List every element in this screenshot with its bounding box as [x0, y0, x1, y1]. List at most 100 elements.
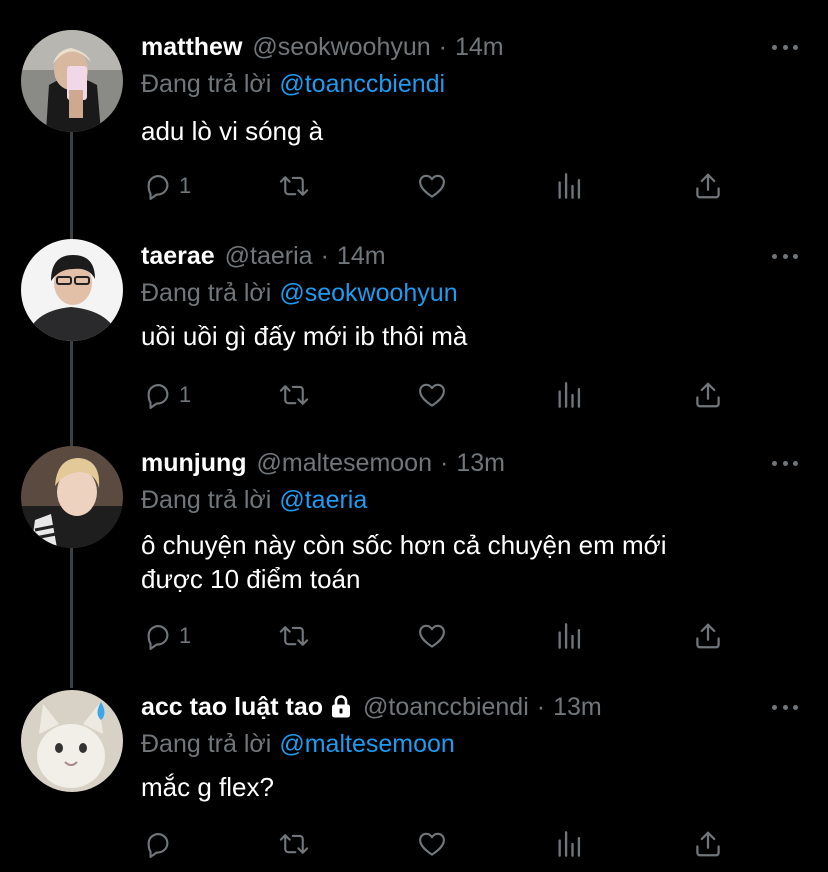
reply-button[interactable]: 1: [143, 379, 191, 411]
replying-to-handle[interactable]: @seokwoohyun: [279, 279, 457, 307]
replying-to-handle[interactable]: @toanccbiendi: [279, 70, 445, 98]
tweet-header: matthew @seokwoohyun · 14m: [141, 30, 504, 64]
timestamp[interactable]: 14m: [337, 242, 386, 271]
tweet-text-line: ô chuyện này còn sốc hơn cả chuyện em mớ…: [141, 530, 667, 560]
heart-icon: [419, 832, 445, 856]
retweet-button[interactable]: [277, 828, 311, 860]
analytics-bars-icon: [558, 173, 581, 199]
reply-bubble-icon: [147, 832, 169, 858]
tweet-text: uồi uồi gì đấy mới ib thôi mà: [141, 321, 468, 351]
more-dots-icon[interactable]: [772, 252, 798, 260]
retweet-icon: [279, 626, 309, 646]
share-upload-icon: [696, 173, 720, 199]
action-bar: 1: [141, 379, 731, 411]
analytics-bars-icon: [558, 831, 581, 857]
tweet[interactable]: taerae @taeria · 14m Đang trả lời @seokwo…: [0, 239, 828, 439]
replying-to-label: Đang trả lời: [141, 70, 272, 98]
user-handle[interactable]: @maltesemoon: [257, 449, 432, 478]
display-name[interactable]: taerae: [141, 242, 215, 271]
tweet[interactable]: munjung @maltesemoon · 13m Đang trả lời @…: [0, 446, 828, 681]
replying-to-label: Đang trả lời: [141, 279, 272, 307]
analytics-button[interactable]: [555, 170, 583, 202]
lock-icon: [332, 695, 350, 718]
display-name[interactable]: acc tao luật tao: [141, 693, 323, 722]
retweet-icon: [279, 834, 309, 854]
share-button[interactable]: [693, 379, 723, 411]
avatar[interactable]: [21, 446, 123, 548]
more-dots-icon[interactable]: [772, 703, 798, 711]
tweet-text: ô chuyện này còn sốc hơn cả chuyện em mớ…: [141, 528, 781, 596]
tweet-header: acc tao luật tao @toanccbiendi · 13m: [141, 690, 602, 724]
reply-bubble-icon: [147, 624, 169, 650]
analytics-button[interactable]: [555, 828, 583, 860]
retweet-icon: [279, 176, 309, 196]
reply-count: 1: [179, 623, 192, 648]
tweet-text-line: được 10 điểm toán: [141, 564, 361, 594]
avatar-photo: [21, 239, 123, 341]
reply-count: 1: [179, 173, 192, 198]
timestamp[interactable]: 14m: [455, 33, 504, 62]
tweet[interactable]: acc tao luật tao @toanccbiendi · 13m Đan…: [0, 690, 828, 872]
heart-icon: [419, 174, 445, 198]
replying-to-handle[interactable]: @taeria: [279, 486, 367, 514]
share-button[interactable]: [693, 620, 723, 652]
analytics-bars-icon: [558, 623, 581, 649]
tweet-text: mắc g flex?: [141, 772, 274, 802]
replying-to: Đang trả lời @seokwoohyun: [141, 279, 458, 308]
display-name[interactable]: matthew: [141, 33, 242, 62]
like-button[interactable]: [416, 620, 448, 652]
tweet-header: taerae @taeria · 14m: [141, 239, 386, 273]
tweet-header: munjung @maltesemoon · 13m: [141, 446, 505, 480]
timestamp[interactable]: 13m: [456, 449, 505, 478]
retweet-button[interactable]: [277, 620, 311, 652]
action-bar: 1: [141, 170, 731, 202]
timestamp[interactable]: 13m: [553, 693, 602, 722]
replying-to-handle[interactable]: @maltesemoon: [279, 730, 454, 758]
reply-bubble-icon: [147, 174, 169, 200]
replying-to: Đang trả lời @maltesemoon: [141, 730, 455, 759]
reply-button[interactable]: 1: [143, 620, 191, 652]
user-handle[interactable]: @taeria: [225, 242, 313, 271]
heart-icon: [419, 624, 445, 648]
avatar-photo: [21, 30, 123, 132]
avatar[interactable]: [21, 690, 123, 792]
display-name[interactable]: munjung: [141, 449, 247, 478]
avatar-photo: [21, 446, 123, 548]
more-dots-icon[interactable]: [772, 459, 798, 467]
tweet[interactable]: matthew @seokwoohyun · 14m Đang trả lời @…: [0, 30, 828, 230]
reply-button[interactable]: 1: [143, 170, 191, 202]
retweet-icon: [279, 385, 309, 405]
retweet-button[interactable]: [277, 379, 311, 411]
reply-count: 1: [179, 382, 192, 407]
reply-bubble-icon: [147, 383, 169, 409]
action-bar: [141, 828, 731, 860]
separator-dot: ·: [438, 32, 447, 61]
share-upload-icon: [696, 623, 720, 649]
share-upload-icon: [696, 831, 720, 857]
tweet-text: adu lò vi sóng à: [141, 116, 324, 146]
replying-to-label: Đang trả lời: [141, 730, 272, 758]
avatar[interactable]: [21, 30, 123, 132]
user-handle[interactable]: @toanccbiendi: [363, 693, 529, 722]
analytics-bars-icon: [558, 382, 581, 408]
like-button[interactable]: [416, 828, 448, 860]
like-button[interactable]: [416, 379, 448, 411]
reply-button[interactable]: [143, 828, 179, 860]
avatar-photo: [21, 690, 123, 792]
share-button[interactable]: [693, 828, 723, 860]
analytics-button[interactable]: [555, 620, 583, 652]
like-button[interactable]: [416, 170, 448, 202]
heart-icon: [419, 383, 445, 407]
more-dots-icon[interactable]: [772, 43, 798, 51]
retweet-button[interactable]: [277, 170, 311, 202]
avatar[interactable]: [21, 239, 123, 341]
analytics-button[interactable]: [555, 379, 583, 411]
separator-dot: ·: [439, 448, 449, 477]
replying-to: Đang trả lời @toanccbiendi: [141, 70, 445, 99]
user-handle[interactable]: @seokwoohyun: [252, 33, 430, 62]
separator-dot: ·: [536, 692, 546, 721]
replying-to-label: Đang trả lời: [141, 486, 272, 514]
action-bar: 1: [141, 620, 731, 652]
share-button[interactable]: [693, 170, 723, 202]
separator-dot: ·: [320, 241, 329, 270]
